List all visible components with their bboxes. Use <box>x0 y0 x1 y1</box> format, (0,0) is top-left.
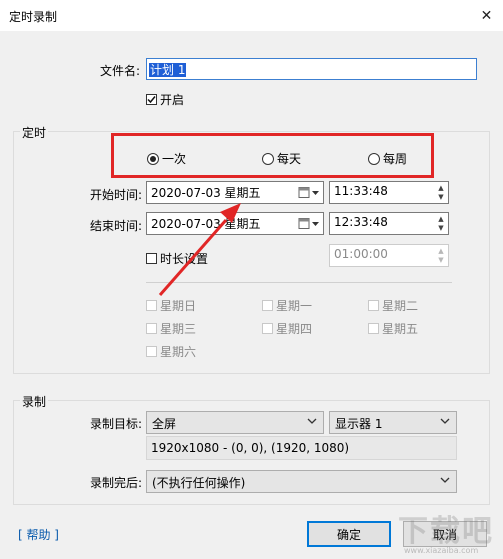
day-checkbox-saturday[interactable]: 星期六 <box>146 343 196 360</box>
after-record-label: 录制完后: <box>89 476 142 490</box>
filename-input[interactable]: 计划 1 <box>146 58 477 80</box>
duration-value: 01:00:00 <box>334 247 388 261</box>
chevron-down-icon <box>440 418 450 424</box>
record-target-label: 录制目标: <box>89 417 142 431</box>
duration-label: 时长设置 <box>160 252 209 266</box>
day-checkbox-sunday[interactable]: 星期日 <box>146 297 196 314</box>
start-time-value: 11:33:48 <box>334 184 388 198</box>
annotation-highlight-box <box>111 133 434 178</box>
day-label: 星期一 <box>276 299 313 313</box>
start-date-picker[interactable]: 2020-07-03 星期五 <box>146 181 324 204</box>
filename-value: 计划 1 <box>149 63 187 77</box>
start-time-spin-icon[interactable]: ▲ ▼ <box>436 184 446 202</box>
start-date-value: 2020-07-03 星期五 <box>151 186 261 200</box>
day-label: 星期二 <box>382 299 419 313</box>
duration-checkbox[interactable]: 时长设置 <box>146 250 208 267</box>
record-target-select[interactable]: 全屏 <box>146 411 324 434</box>
monitor-value: 显示器 1 <box>335 417 383 431</box>
day-checkbox-monday[interactable]: 星期一 <box>262 297 312 314</box>
checkmark-icon <box>147 96 156 104</box>
day-label: 星期日 <box>160 299 197 313</box>
day-label: 星期四 <box>276 322 313 336</box>
resolution-info-text: 1920x1080 - (0, 0), (1920, 1080) <box>151 441 350 455</box>
resolution-info: 1920x1080 - (0, 0), (1920, 1080) <box>146 436 457 460</box>
help-link[interactable]: [ 帮助 ] <box>18 526 59 543</box>
day-label: 星期六 <box>160 345 197 359</box>
after-record-value: (不执行任何操作) <box>152 476 246 490</box>
start-time-label: 开始时间: <box>89 188 142 202</box>
window-title: 定时录制 <box>9 10 58 24</box>
ok-button-label: 确定 <box>336 527 361 542</box>
after-record-select[interactable]: (不执行任何操作) <box>146 470 457 493</box>
day-checkbox-wednesday[interactable]: 星期三 <box>146 320 196 337</box>
day-check-box[interactable] <box>368 323 379 334</box>
chevron-down-icon <box>307 418 317 424</box>
end-date-picker[interactable]: 2020-07-03 星期五 <box>146 212 324 235</box>
day-checkbox-thursday[interactable]: 星期四 <box>262 320 312 337</box>
enable-check-box[interactable] <box>146 94 157 105</box>
watermark-logo: 下载吧 <box>398 514 494 549</box>
close-icon: ✕ <box>480 7 493 24</box>
calendar-dropdown-icon[interactable] <box>298 186 320 199</box>
day-checkbox-friday[interactable]: 星期五 <box>368 320 418 337</box>
day-checkbox-tuesday[interactable]: 星期二 <box>368 297 418 314</box>
schedule-group-label: 定时 <box>20 124 49 141</box>
ok-button[interactable]: 确定 <box>307 521 391 547</box>
day-check-box[interactable] <box>262 300 273 311</box>
enable-label: 开启 <box>160 93 185 107</box>
start-time-input[interactable]: 11:33:48 ▲ ▼ <box>329 181 449 204</box>
day-check-box[interactable] <box>146 300 157 311</box>
filename-label: 文件名: <box>99 64 140 78</box>
end-date-value: 2020-07-03 星期五 <box>151 217 261 231</box>
close-button[interactable]: ✕ <box>470 0 503 31</box>
day-check-box[interactable] <box>146 323 157 334</box>
end-time-label: 结束时间: <box>89 219 142 233</box>
duration-input[interactable]: 01:00:00 ▲ ▼ <box>329 244 449 267</box>
day-check-box[interactable] <box>262 323 273 334</box>
day-label: 星期三 <box>160 322 197 336</box>
duration-check-box[interactable] <box>146 253 157 264</box>
enable-checkbox[interactable]: 开启 <box>146 91 184 108</box>
record-target-value: 全屏 <box>152 417 177 431</box>
end-time-input[interactable]: 12:33:48 ▲ ▼ <box>329 212 449 235</box>
calendar-dropdown-icon[interactable] <box>298 217 320 230</box>
watermark-url: www.xiazaiba.com <box>404 546 479 555</box>
day-check-box[interactable] <box>146 346 157 357</box>
chevron-down-icon <box>440 477 450 483</box>
duration-spin-icon[interactable]: ▲ ▼ <box>436 247 446 265</box>
day-check-box[interactable] <box>368 300 379 311</box>
record-group-label: 录制 <box>20 393 49 410</box>
monitor-select[interactable]: 显示器 1 <box>329 411 457 434</box>
day-label: 星期五 <box>382 322 419 336</box>
end-time-value: 12:33:48 <box>334 215 388 229</box>
title-bar <box>0 0 503 31</box>
end-time-spin-icon[interactable]: ▲ ▼ <box>436 215 446 233</box>
divider <box>146 282 452 283</box>
